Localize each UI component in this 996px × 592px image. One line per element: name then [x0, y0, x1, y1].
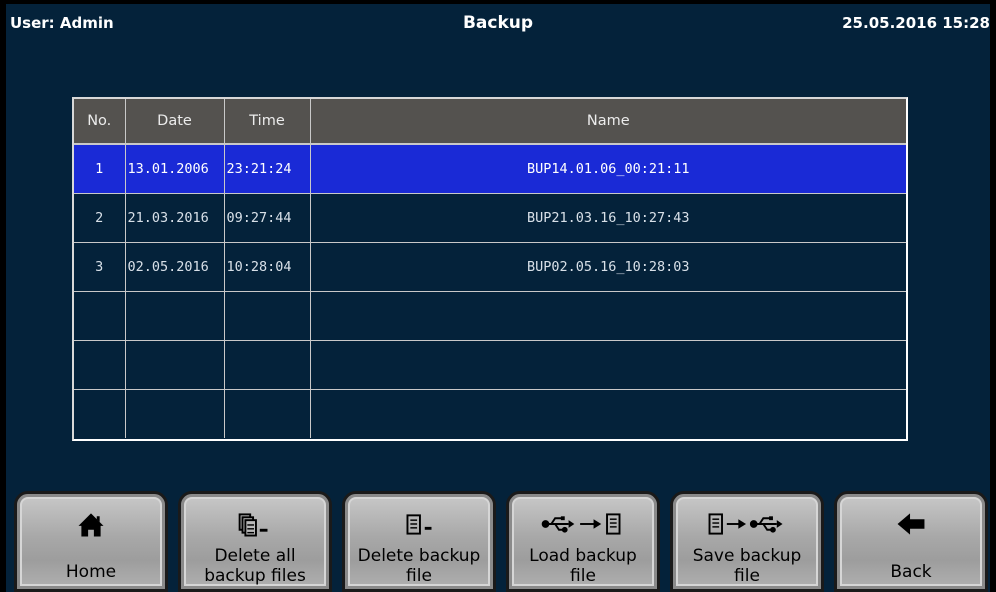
- delete-all-label-line2: backup files: [204, 566, 306, 586]
- cell-date: 21.03.2016: [125, 193, 225, 243]
- back-arrow-icon: [897, 513, 925, 535]
- delete-file-label-line2: file: [406, 566, 432, 586]
- cell-date: [125, 291, 225, 341]
- cell-time: [224, 389, 311, 438]
- table-row[interactable]: [74, 389, 906, 439]
- delete-backup-file-button[interactable]: Delete backup file: [342, 491, 496, 592]
- cell-no: [74, 389, 126, 438]
- table-row[interactable]: 1 13.01.2006 23:21:24 BUP14.01.06_00:21:11: [74, 144, 906, 194]
- cell-time: 09:27:44: [224, 193, 311, 243]
- cell-time: [224, 291, 311, 341]
- load-file-label-line2: file: [570, 566, 596, 586]
- datetime-display: 25.05.2016 15:28: [842, 14, 990, 32]
- back-button-label: Back: [890, 562, 932, 582]
- cell-name: [310, 340, 906, 390]
- cell-date: [125, 389, 225, 438]
- cell-name: BUP14.01.06_00:21:11: [310, 144, 906, 194]
- backup-table: No. Date Time Name 1 13.01.2006 23:21:24 BU…: [72, 97, 908, 441]
- delete-all-files-icon: [238, 513, 268, 537]
- delete-file-label-line1: Delete backup: [357, 546, 481, 566]
- column-header-no[interactable]: No.: [74, 99, 126, 145]
- save-backup-file-button[interactable]: Save backup file: [670, 491, 824, 592]
- cell-no: 3: [74, 242, 126, 292]
- cell-date: 02.05.2016: [125, 242, 225, 292]
- usb-to-file-icon: [541, 513, 621, 535]
- column-header-date[interactable]: Date: [125, 99, 225, 145]
- delete-all-label-line1: Delete all: [214, 546, 296, 566]
- home-button[interactable]: Home: [14, 491, 168, 592]
- table-row[interactable]: 3 02.05.2016 10:28:04 BUP02.05.16_10:28:03: [74, 242, 906, 292]
- cell-no: [74, 340, 126, 390]
- delete-file-icon: [406, 514, 432, 535]
- load-file-label-line1: Load backup: [529, 546, 637, 566]
- delete-all-backup-files-button[interactable]: Delete all backup files: [178, 491, 332, 592]
- home-button-label: Home: [65, 562, 117, 582]
- backup-screen: User: Admin Backup 25.05.2016 15:28 No. …: [6, 4, 990, 592]
- table-row[interactable]: [74, 291, 906, 341]
- cell-no: 2: [74, 193, 126, 243]
- cell-name: BUP02.05.16_10:28:03: [310, 242, 906, 292]
- cell-name: BUP21.03.16_10:27:43: [310, 193, 906, 243]
- cell-time: 23:21:24: [224, 144, 311, 194]
- load-backup-file-button[interactable]: Load backup file: [506, 491, 660, 592]
- cell-no: 1: [74, 144, 126, 194]
- save-file-label-line1: Save backup: [692, 546, 802, 566]
- cell-no: [74, 291, 126, 341]
- cell-date: 13.01.2006: [125, 144, 225, 194]
- cell-name: [310, 390, 906, 439]
- cell-time: 10:28:04: [224, 242, 311, 292]
- file-to-usb-icon: [708, 513, 783, 535]
- cell-name: [310, 291, 906, 341]
- column-header-time[interactable]: Time: [224, 99, 311, 145]
- table-header-row: No. Date Time Name: [74, 99, 906, 145]
- save-file-label-line2: file: [734, 566, 760, 586]
- cell-time: [224, 340, 311, 390]
- table-row[interactable]: [74, 340, 906, 390]
- back-button[interactable]: Back: [834, 491, 988, 592]
- cell-date: [125, 340, 225, 390]
- home-icon: [78, 513, 104, 537]
- column-header-name[interactable]: Name: [310, 99, 906, 145]
- table-row[interactable]: 2 21.03.2016 09:27:44 BUP21.03.16_10:27:43: [74, 193, 906, 243]
